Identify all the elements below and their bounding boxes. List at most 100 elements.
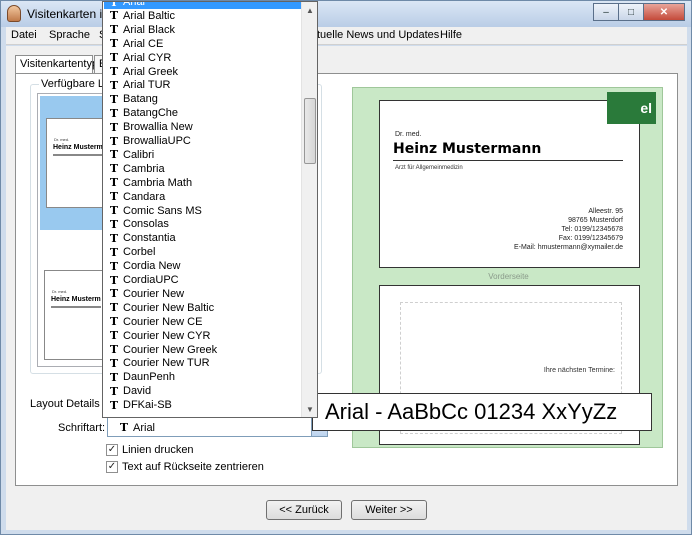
font-option[interactable]: T Courier New TUR bbox=[104, 356, 301, 370]
font-option[interactable]: T Comic Sans MS bbox=[104, 204, 301, 218]
font-option-label: David bbox=[123, 385, 152, 398]
truetype-icon: T bbox=[109, 176, 119, 190]
font-option[interactable]: T David bbox=[104, 384, 301, 398]
thumb1-title: Dr. med. bbox=[54, 137, 70, 142]
font-option-label: Arial bbox=[123, 1, 146, 8]
font-option[interactable]: T Calibri bbox=[104, 148, 301, 162]
font-option-label: Arial Black bbox=[123, 23, 175, 36]
font-option[interactable]: T Browallia New bbox=[104, 120, 301, 134]
menu-news-updates[interactable]: tuelle News und Updates bbox=[317, 29, 439, 41]
font-option[interactable]: T Cordia New bbox=[104, 259, 301, 273]
font-option[interactable]: T Arial Greek bbox=[104, 65, 301, 79]
truetype-icon: T bbox=[109, 384, 119, 398]
thumb2-rule bbox=[51, 306, 101, 308]
font-option[interactable]: T Batang bbox=[104, 92, 301, 106]
font-option[interactable]: T Arial Black bbox=[104, 23, 301, 37]
font-option[interactable]: T Courier New CYR bbox=[104, 329, 301, 343]
address-tel: Tel: 0199/12345678 bbox=[561, 226, 624, 233]
font-option[interactable]: T Arial TUR bbox=[104, 78, 301, 92]
scroll-thumb[interactable] bbox=[304, 98, 316, 164]
font-options: T Arial T Arial Baltic T Arial Black T Arial CE… bbox=[103, 1, 302, 417]
truetype-icon: T bbox=[109, 343, 119, 356]
font-option[interactable]: T CordiaUPC bbox=[104, 273, 301, 287]
menu-sprache[interactable]: Sprache bbox=[49, 29, 90, 41]
dropdown-scrollbar[interactable]: ▲ ▼ bbox=[301, 2, 317, 417]
check-linien-drucken[interactable]: ✓ Linien drucken bbox=[106, 444, 194, 456]
font-label: Schriftart: bbox=[58, 422, 106, 434]
close-button[interactable]: ✕ bbox=[643, 3, 685, 21]
font-option[interactable]: T DFKai-SB bbox=[104, 398, 301, 412]
truetype-icon: T bbox=[109, 259, 119, 273]
layout-details-label: Layout Details bbox=[30, 398, 100, 410]
next-button[interactable]: Weiter >> bbox=[351, 500, 427, 520]
checkbox-zentrieren[interactable]: ✓ bbox=[106, 461, 118, 473]
font-option[interactable]: T Corbel bbox=[104, 245, 301, 259]
card-title: Dr. med. bbox=[395, 131, 422, 138]
font-option[interactable]: T Cambria Math bbox=[104, 176, 301, 190]
check-text-zentrieren[interactable]: ✓ Text auf Rückseite zentrieren bbox=[106, 461, 264, 473]
truetype-icon: T bbox=[109, 245, 119, 259]
font-option[interactable]: T Arial bbox=[104, 1, 301, 9]
font-option-label: DFKai-SB bbox=[123, 399, 172, 412]
logo: el bbox=[607, 92, 656, 124]
truetype-icon: T bbox=[109, 92, 119, 106]
truetype-icon: T bbox=[109, 134, 119, 148]
font-dropdown-list[interactable]: T Arial T Arial Baltic T Arial Black T Arial CE… bbox=[102, 1, 318, 418]
font-option-label: Arial CYR bbox=[123, 51, 172, 64]
font-option-label: Arial Greek bbox=[123, 65, 179, 78]
font-option[interactable]: T Courier New bbox=[104, 287, 301, 301]
font-option[interactable]: T Arial Baltic bbox=[104, 9, 301, 23]
font-option-label: Consolas bbox=[123, 218, 169, 231]
truetype-icon: T bbox=[109, 190, 119, 204]
font-option[interactable]: T DaunPenh bbox=[104, 370, 301, 384]
truetype-icon: T bbox=[109, 23, 119, 37]
checkbox-linien[interactable]: ✓ bbox=[106, 444, 118, 456]
font-option-label: DaunPenh bbox=[123, 371, 175, 384]
maximize-button[interactable]: □ bbox=[618, 3, 644, 21]
font-option[interactable]: T Constantia bbox=[104, 231, 301, 245]
scroll-down-icon[interactable]: ▼ bbox=[302, 401, 317, 417]
back-button[interactable]: << Zurück bbox=[266, 500, 342, 520]
truetype-icon: T bbox=[109, 398, 119, 412]
font-option-label: Courier New bbox=[123, 287, 185, 300]
font-option-label: Courier New CE bbox=[123, 315, 203, 328]
card-address: Alleestr. 95 98765 Musterdorf Tel: 0199/… bbox=[514, 207, 623, 252]
thumb2-title: Dr. med. bbox=[52, 289, 68, 294]
truetype-icon: T bbox=[109, 1, 119, 9]
font-option[interactable]: T BrowalliaUPC bbox=[104, 134, 301, 148]
font-option[interactable]: T Courier New CE bbox=[104, 315, 301, 329]
menu-datei[interactable]: Datei bbox=[11, 29, 37, 41]
truetype-icon: T bbox=[109, 162, 119, 176]
font-option[interactable]: T Courier New Baltic bbox=[104, 301, 301, 315]
font-option[interactable]: T Cambria bbox=[104, 162, 301, 176]
font-option[interactable]: T Arial CE bbox=[104, 37, 301, 51]
font-option[interactable]: T Courier New Greek bbox=[104, 343, 301, 357]
font-option[interactable]: T Consolas bbox=[104, 217, 301, 231]
truetype-icon: T bbox=[109, 37, 119, 51]
truetype-icon: T bbox=[109, 370, 119, 384]
font-option-label: Courier New CYR bbox=[123, 329, 211, 342]
menu-hilfe[interactable]: Hilfe bbox=[440, 29, 462, 41]
address-fax: Fax: 0199/12345679 bbox=[558, 235, 623, 242]
truetype-icon: T bbox=[109, 315, 119, 329]
font-option[interactable]: T BatangChe bbox=[104, 106, 301, 120]
card-subtitle: Arzt für Allgemeinmedizin bbox=[395, 165, 463, 171]
font-option-label: Calibri bbox=[123, 148, 155, 161]
font-option-label: Cambria Math bbox=[123, 176, 193, 189]
font-option[interactable]: T Candara bbox=[104, 190, 301, 204]
tab-visitenkartentyp[interactable]: Visitenkartentyp bbox=[15, 55, 98, 74]
window-title: Visitenkarten in bbox=[27, 7, 109, 21]
scroll-up-icon[interactable]: ▲ bbox=[302, 2, 317, 18]
truetype-icon: T bbox=[109, 51, 119, 65]
truetype-icon: T bbox=[109, 217, 119, 231]
font-select-value: T Arial bbox=[119, 421, 156, 434]
font-option-label: Corbel bbox=[123, 246, 156, 259]
check-linien-label: Linien drucken bbox=[122, 444, 194, 456]
front-side-label: Vorderseite bbox=[488, 272, 529, 281]
truetype-icon: T bbox=[109, 329, 119, 343]
font-option[interactable]: T Arial CYR bbox=[104, 51, 301, 65]
font-select[interactable]: TArial ▼ bbox=[107, 417, 328, 437]
font-option-label: Candara bbox=[123, 190, 166, 203]
font-option-label: Courier New Baltic bbox=[123, 301, 215, 314]
minimize-button[interactable]: – bbox=[593, 3, 619, 21]
